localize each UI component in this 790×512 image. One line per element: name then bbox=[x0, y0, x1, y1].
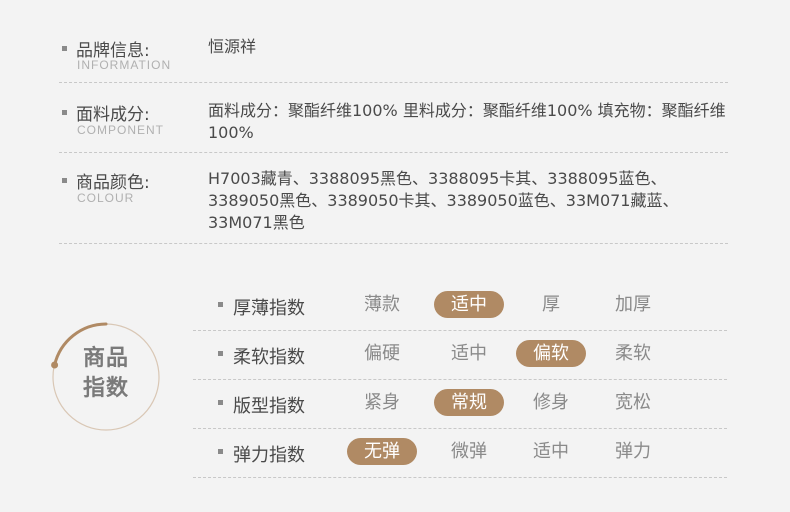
component-label: 面料成分: bbox=[76, 105, 150, 125]
index-row: 弹力指数 无弹 微弹 适中 弹力 bbox=[193, 429, 727, 478]
index-option: 适中 bbox=[451, 343, 487, 364]
index-name: 弹力指数 bbox=[233, 445, 305, 466]
bullet-icon bbox=[62, 178, 67, 183]
index-option: 宽松 bbox=[615, 392, 651, 413]
index-option-selected: 无弹 bbox=[347, 438, 417, 465]
index-row: 版型指数 紧身 常规 修身 宽松 bbox=[193, 380, 727, 429]
bullet-icon bbox=[218, 302, 223, 307]
index-name: 柔软指数 bbox=[233, 347, 305, 368]
component-sublabel: COMPONENT bbox=[77, 123, 164, 137]
bullet-icon bbox=[218, 351, 223, 356]
index-name: 版型指数 bbox=[233, 396, 305, 417]
divider bbox=[59, 152, 728, 153]
index-option: 微弹 bbox=[451, 441, 487, 462]
index-option: 紧身 bbox=[364, 392, 400, 413]
divider bbox=[59, 82, 728, 83]
badge-text: 商品 指数 bbox=[51, 344, 161, 404]
index-row: 柔软指数 偏硬 适中 偏软 柔软 bbox=[193, 331, 727, 380]
badge-line-1: 商品 bbox=[82, 346, 129, 371]
component-value: 面料成分：聚酯纤维100% 里料成分：聚酯纤维100% 填充物：聚酯纤维100% bbox=[208, 101, 726, 142]
bullet-icon bbox=[218, 449, 223, 454]
index-name: 厚薄指数 bbox=[233, 298, 305, 319]
index-option: 薄款 bbox=[364, 294, 400, 315]
index-option: 加厚 bbox=[615, 294, 651, 315]
index-option: 偏硬 bbox=[364, 343, 400, 364]
index-option: 适中 bbox=[533, 441, 569, 462]
index-option-selected: 偏软 bbox=[516, 340, 586, 367]
badge-line-2: 指数 bbox=[82, 376, 129, 401]
bullet-icon bbox=[62, 110, 67, 115]
brand-value: 恒源祥 bbox=[208, 37, 257, 56]
index-option: 修身 bbox=[533, 392, 569, 413]
colour-sublabel: COLOUR bbox=[77, 191, 135, 205]
colour-value: H7003藏青、3388095黑色、3388095卡其、3388095蓝色、33… bbox=[208, 169, 679, 232]
bullet-icon bbox=[62, 46, 67, 51]
index-option: 弹力 bbox=[615, 441, 651, 462]
divider bbox=[193, 477, 727, 478]
index-row: 厚薄指数 薄款 适中 厚 加厚 bbox=[193, 282, 727, 331]
divider bbox=[59, 243, 728, 244]
bullet-icon bbox=[218, 400, 223, 405]
product-index-badge: 商品 指数 bbox=[51, 322, 161, 432]
colour-label: 商品颜色: bbox=[76, 173, 150, 193]
index-option: 厚 bbox=[542, 294, 560, 315]
brand-sublabel: INFORMATION bbox=[77, 58, 172, 72]
index-option: 柔软 bbox=[615, 343, 651, 364]
index-option-selected: 适中 bbox=[434, 291, 504, 318]
index-option-selected: 常规 bbox=[434, 389, 504, 416]
